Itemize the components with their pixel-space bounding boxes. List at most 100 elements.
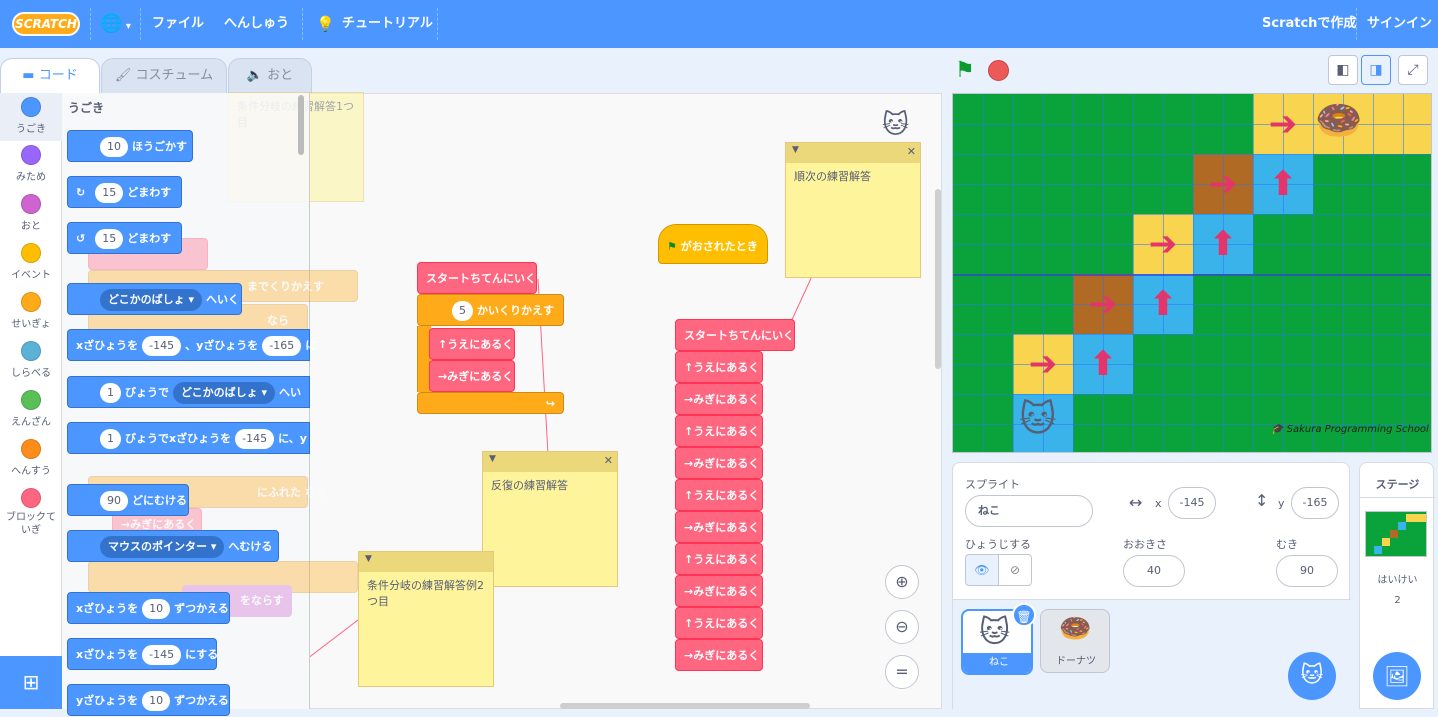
towards-dropdown[interactable]: マウスのポインター ▾: [100, 536, 225, 558]
fullscreen-button[interactable]: ⤢: [1398, 55, 1428, 85]
delete-sprite-button[interactable]: 🗑: [1012, 603, 1036, 627]
category-my-blocks[interactable]: ブロックて いぎ: [0, 488, 62, 537]
category-control[interactable]: せいぎょ: [0, 292, 62, 330]
category-events[interactable]: イベント: [0, 243, 62, 281]
create-link[interactable]: Scratchで作成: [1262, 0, 1356, 48]
category-sensing[interactable]: しらべる: [0, 341, 62, 379]
looks-dot-icon: [21, 145, 41, 165]
turn-left-block[interactable]: ↺ 15 どまわす: [67, 222, 182, 254]
sprite-label: スプライト: [965, 478, 1020, 491]
glide-to-xy-block[interactable]: 1 びょうでxざひょうを -145 に、y: [67, 422, 310, 454]
show-label: ひょうじする: [965, 538, 1031, 551]
go-to-xy-block[interactable]: xざひょうを -145 、yざひょうを -165 に: [67, 329, 316, 361]
language-globe-icon[interactable]: 🌐 ▾: [100, 0, 131, 48]
right-block-1[interactable]: →みぎにあるく: [429, 360, 515, 392]
seq-block-8[interactable]: →みぎにあるく: [675, 575, 763, 607]
add-sprite-button[interactable]: 🐱: [1288, 652, 1336, 700]
move-steps-block[interactable]: 10 ほうごかす: [67, 130, 193, 162]
comment-repeat[interactable]: ▼ ✕ 反復の練習解答: [482, 451, 618, 587]
tab-sound[interactable]: 🔈 おと: [228, 58, 312, 94]
horizontal-scrollbar[interactable]: [560, 703, 810, 709]
palette-heading: うごき: [68, 101, 105, 115]
close-icon[interactable]: ✕: [907, 145, 916, 158]
y-input[interactable]: -165: [1291, 487, 1339, 519]
point-towards-block[interactable]: マウスのポインター ▾ へむける: [67, 530, 279, 562]
zoom-reset-button[interactable]: =: [885, 655, 919, 689]
hide-button[interactable]: ⊘: [998, 554, 1032, 586]
glide-dropdown[interactable]: どこかのばしょ ▾: [173, 382, 276, 404]
cat-sprite[interactable]: 🐱: [1019, 399, 1057, 440]
direction-input[interactable]: 90: [1276, 555, 1338, 587]
signin-link[interactable]: サインイン: [1367, 0, 1432, 48]
change-y-block[interactable]: yざひょうを 10 ずつかえる: [67, 684, 230, 716]
comment-sequence[interactable]: ▼ ✕ 順次の練習解答: [785, 142, 921, 278]
y-label: y: [1278, 497, 1285, 510]
sprite-name-input[interactable]: ねこ: [965, 495, 1093, 527]
seq-block-9[interactable]: ↑うえにあるく: [675, 607, 763, 639]
green-flag-button[interactable]: ⚑: [955, 58, 975, 83]
up-block-1[interactable]: ↑うえにあるく: [429, 328, 515, 360]
category-variables[interactable]: へんすう: [0, 439, 62, 477]
backdrop-thumbnail[interactable]: [1365, 511, 1427, 557]
small-stage-button[interactable]: ◧: [1328, 55, 1358, 85]
category-sound[interactable]: おと: [0, 194, 62, 232]
size-input[interactable]: 40: [1123, 555, 1185, 587]
stage-canvas[interactable]: ➔ ⬆ ➔ ⬆ ➔ ⬆ ➔ ⬆ ➔ 🐱 🍩 🎓 Sakura Programmi…: [952, 93, 1432, 453]
show-button[interactable]: 👁: [965, 554, 999, 586]
collapse-icon[interactable]: ▼: [365, 554, 372, 564]
seq-block-6[interactable]: →みぎにあるく: [675, 511, 763, 543]
point-direction-block[interactable]: 90 どにむける: [67, 484, 189, 516]
tab-code[interactable]: ▬ コード: [0, 58, 100, 96]
x-label: x: [1155, 497, 1162, 510]
comment-cond2[interactable]: ▼ 条件分岐の練習解答例2つ目: [358, 551, 494, 687]
repeat-count-input[interactable]: 5: [452, 301, 473, 321]
category-motion[interactable]: うごき: [0, 93, 62, 141]
turn-right-block[interactable]: ↻ 15 どまわす: [67, 176, 182, 208]
go-to-block[interactable]: どこかのばしょ ▾ へいく: [67, 283, 242, 315]
glide-to-block[interactable]: 1 びょうで どこかのばしょ ▾ へい: [67, 376, 310, 408]
stop-button[interactable]: [988, 60, 1009, 81]
zoom-out-button[interactable]: ⊖: [885, 610, 919, 644]
repeat-block[interactable]: 5 かいくりかえす: [417, 294, 564, 326]
goto-dropdown[interactable]: どこかのばしょ ▾: [100, 289, 203, 311]
tutorial-menu[interactable]: チュートリアル: [342, 0, 433, 48]
seq-block-7[interactable]: ↑うえにあるく: [675, 543, 763, 575]
category-operators[interactable]: えんざん: [0, 390, 62, 428]
add-backdrop-button[interactable]: 🖼: [1373, 652, 1421, 700]
scratch-logo[interactable]: SCRATCH: [12, 12, 80, 36]
sprite-tile-label: ドーナツ: [1056, 656, 1096, 667]
set-x-block[interactable]: xざひょうを -145 にする: [67, 638, 218, 670]
sprite-tile-donut[interactable]: 🍩 ドーナツ: [1040, 609, 1110, 673]
add-backdrop-image-icon: 🖼: [1384, 664, 1410, 688]
seq-block-10[interactable]: →みぎにあるく: [675, 639, 763, 671]
seq-block-4[interactable]: →みぎにあるく: [675, 447, 763, 479]
close-icon[interactable]: ✕: [604, 454, 613, 467]
donut-sprite[interactable]: 🍩: [1315, 98, 1362, 143]
seq-block-3[interactable]: ↑うえにあるく: [675, 415, 763, 447]
comment-header: ▼: [359, 552, 493, 572]
start-block-2[interactable]: スタートちてんにいく: [675, 319, 795, 351]
change-x-block[interactable]: xざひょうを 10 ずつかえる: [67, 592, 230, 624]
palette-scrollbar[interactable]: [298, 95, 304, 155]
stage-panel[interactable]: ステージ はいけい 2 🖼: [1359, 462, 1435, 709]
cat-thumbnail-icon: 🐱: [979, 615, 1011, 650]
when-flag-clicked-block[interactable]: ⚑ がおされたとき: [658, 224, 768, 264]
add-extension-button[interactable]: ⊞: [0, 656, 62, 709]
start-block-1[interactable]: スタートちてんにいく: [417, 262, 537, 294]
collapse-icon[interactable]: ▼: [489, 454, 496, 464]
file-menu[interactable]: ファイル: [152, 0, 204, 48]
seq-block-1[interactable]: ↑うえにあるく: [675, 351, 763, 383]
x-input[interactable]: -145: [1168, 487, 1216, 519]
edit-menu[interactable]: へんしゅう: [224, 0, 289, 48]
category-looks[interactable]: みため: [0, 145, 62, 183]
seq-block-2[interactable]: →みぎにあるく: [675, 383, 763, 415]
tab-costume[interactable]: 🖌 コスチューム: [101, 58, 227, 94]
seq-block-5[interactable]: ↑うえにあるく: [675, 479, 763, 511]
normal-stage-button[interactable]: ◨: [1361, 55, 1391, 85]
vertical-scrollbar[interactable]: [935, 189, 941, 369]
code-workspace[interactable]: 🐱 ⚑ がおされたとき スタートちてんにいく 5 かいくりかえす ↑うえにあるく …: [228, 92, 942, 709]
collapse-icon[interactable]: ▼: [792, 145, 799, 155]
zoom-in-button[interactable]: ⊕: [885, 565, 919, 599]
arrow-right-icon: ➔: [1268, 104, 1298, 144]
speaker-icon: 🔈: [246, 68, 264, 83]
